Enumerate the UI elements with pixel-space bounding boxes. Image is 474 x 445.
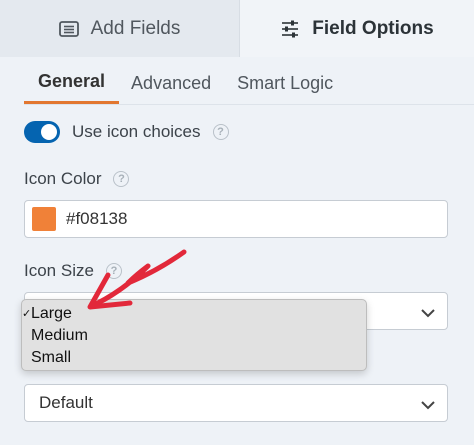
color-swatch[interactable] xyxy=(32,207,56,231)
tab-add-fields[interactable]: Add Fields xyxy=(0,0,240,57)
icon-style-select[interactable]: Default xyxy=(24,384,448,422)
help-icon[interactable]: ? xyxy=(105,263,122,279)
tab-add-fields-label: Add Fields xyxy=(90,17,181,39)
list-icon xyxy=(58,20,79,37)
sub-tab-bar: General Advanced Smart Logic xyxy=(24,62,359,104)
tab-general[interactable]: General xyxy=(24,62,120,104)
dropdown-option-medium[interactable]: Medium xyxy=(22,325,366,347)
icon-color-label: Icon Color xyxy=(24,169,102,188)
checkmark-icon: ✓ xyxy=(22,308,32,320)
chevron-down-icon xyxy=(421,305,435,323)
tab-field-options[interactable]: Field Options xyxy=(240,0,474,57)
chevron-down-icon xyxy=(421,397,435,415)
tab-divider xyxy=(24,104,474,105)
icon-size-label-row: Icon Size ? xyxy=(24,261,122,281)
use-icon-choices-label: Use icon choices xyxy=(72,122,201,141)
sliders-icon xyxy=(280,20,300,38)
icon-color-field[interactable]: #f08138 xyxy=(24,200,448,238)
use-icon-choices-toggle[interactable] xyxy=(24,121,60,143)
icon-size-label: Icon Size xyxy=(24,261,94,280)
help-icon[interactable]: ? xyxy=(212,124,229,140)
icon-color-label-row: Icon Color ? xyxy=(24,169,130,189)
icon-size-dropdown-menu: ✓ Large Medium Small xyxy=(21,299,367,371)
dropdown-option-small[interactable]: Small xyxy=(22,347,366,369)
option-label: Medium xyxy=(31,327,88,344)
tab-advanced[interactable]: Advanced xyxy=(131,62,211,104)
tab-smart-logic[interactable]: Smart Logic xyxy=(237,62,333,104)
dropdown-option-large[interactable]: ✓ Large xyxy=(22,303,366,325)
option-label: Large xyxy=(31,305,72,322)
top-tab-bar: Add Fields Field Options xyxy=(0,0,474,57)
option-label: Small xyxy=(31,349,72,366)
tab-field-options-label: Field Options xyxy=(312,17,434,39)
icon-style-value: Default xyxy=(39,393,93,412)
icon-color-value: #f08138 xyxy=(66,209,128,228)
help-icon[interactable]: ? xyxy=(113,171,130,187)
use-icon-choices-row: Use icon choices ? xyxy=(24,121,229,143)
